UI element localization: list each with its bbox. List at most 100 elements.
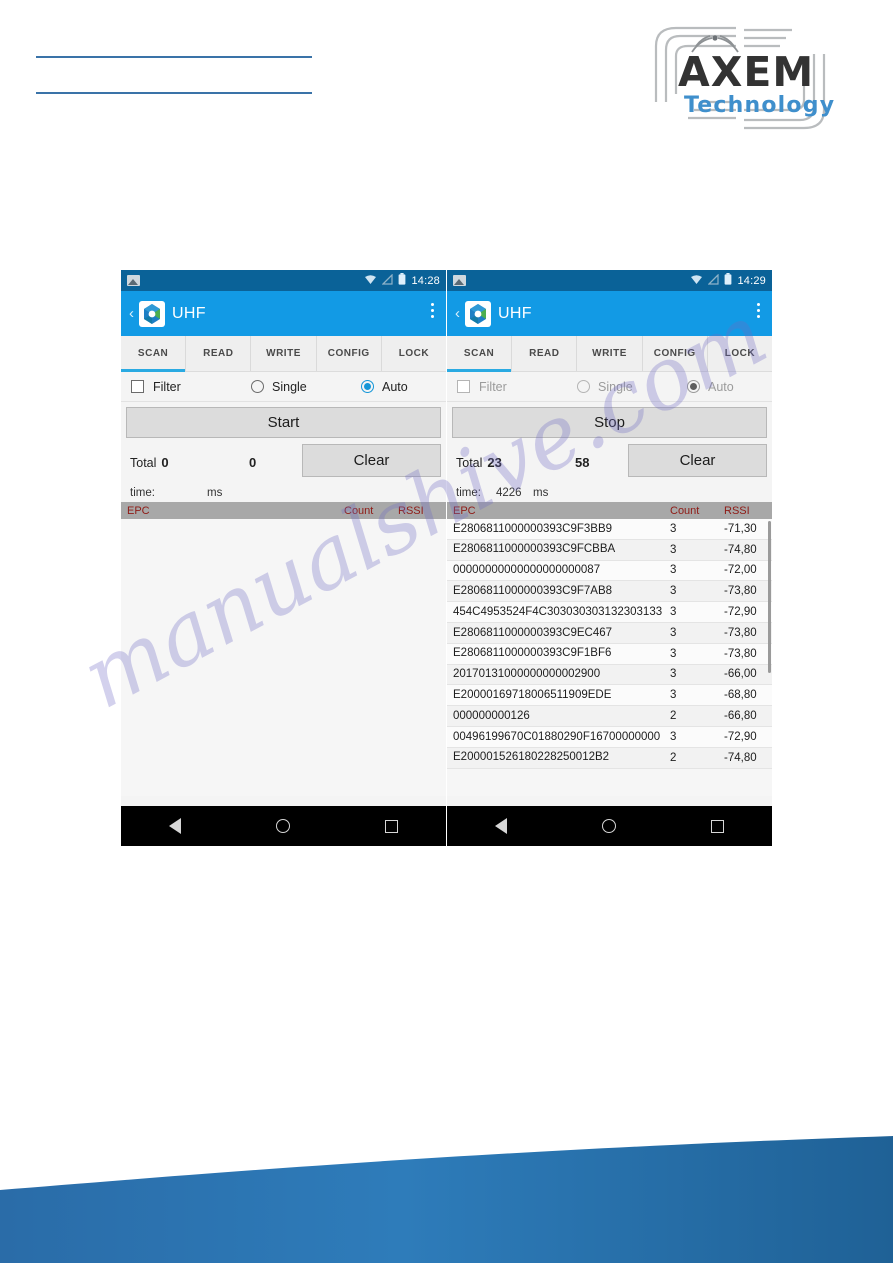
filter-checkbox-group[interactable]: Filter [457, 380, 577, 394]
secondary-count-value: 0 [249, 455, 257, 470]
auto-radio-group[interactable]: Auto [361, 380, 408, 394]
cell-count: 3 [670, 647, 677, 660]
checkbox-icon[interactable] [457, 380, 470, 393]
cell-count: 3 [670, 626, 677, 639]
tab-scan[interactable]: SCAN [121, 336, 187, 372]
tab-lock[interactable]: LOCK [708, 336, 772, 371]
table-row[interactable]: 20170131000000000002900 3 -66,00 [447, 664, 772, 686]
app-title: UHF [172, 304, 206, 322]
table-row[interactable]: 454C4953524F4C303030303132303133 3 -72,90 [447, 602, 772, 623]
footer-wave-decoration [0, 1098, 893, 1263]
home-icon[interactable] [275, 819, 290, 833]
auto-radio-group[interactable]: Auto [687, 380, 734, 394]
clear-button[interactable]: Clear [302, 444, 441, 477]
table-row[interactable]: E2806811000000393C9F3BB9 3 -71,30 [447, 519, 772, 540]
cell-count: 3 [670, 522, 677, 535]
cell-count: 3 [670, 668, 677, 681]
overflow-menu-icon[interactable] [431, 303, 435, 321]
scrollbar-thumb[interactable] [768, 521, 771, 673]
tab-write[interactable]: WRITE [251, 336, 317, 371]
phone-screenshot-right: 14:29 ‹ UHF SCAN READ WRITE CONFIG LOCK Filter Si… [447, 270, 772, 846]
recents-icon[interactable] [711, 819, 725, 833]
cell-rssi: -71,30 [724, 522, 757, 535]
tab-lock[interactable]: LOCK [382, 336, 446, 371]
tab-read[interactable]: READ [186, 336, 252, 371]
table-row[interactable]: 000000000126 2 -66,80 [447, 706, 772, 727]
column-header-rssi: RSSI [724, 504, 750, 517]
time-row: time: ms [121, 483, 446, 502]
table-row[interactable]: E2806811000000393C9EC467 3 -73,80 [447, 622, 772, 644]
recents-icon[interactable] [385, 819, 399, 833]
photo-icon [453, 275, 466, 286]
radio-icon[interactable] [577, 380, 590, 393]
status-bar: 14:28 [121, 270, 446, 291]
totals-row: Total 0 0 Clear [121, 442, 446, 483]
android-nav-bar [447, 806, 772, 846]
tab-bar: SCAN READ WRITE CONFIG LOCK [447, 336, 772, 372]
overflow-menu-icon[interactable] [757, 303, 761, 321]
cell-count: 2 [670, 751, 677, 764]
table-row[interactable]: E2806811000000393C9F1BF6 3 -73,80 [447, 643, 772, 665]
cell-epc: E2806811000000393C9EC467 [453, 626, 613, 639]
header-rule-bottom [36, 92, 312, 94]
tab-read[interactable]: READ [512, 336, 578, 371]
checkbox-icon[interactable] [131, 380, 144, 393]
radio-icon[interactable] [251, 380, 264, 393]
cell-rssi: -72,90 [724, 730, 757, 743]
tab-write[interactable]: WRITE [577, 336, 643, 371]
radio-icon[interactable] [687, 380, 700, 393]
table-row[interactable]: E200001526180228250012B2 2 -74,80 [447, 747, 772, 769]
cell-count: 3 [670, 543, 677, 556]
status-bar-left [453, 275, 690, 286]
cell-rssi: -73,80 [724, 647, 757, 660]
scan-action-button[interactable]: Start [126, 407, 441, 438]
time-label: time: [130, 486, 155, 499]
cell-rssi: -72,00 [724, 564, 757, 577]
cell-epc: E20000169718006511909EDE [453, 689, 612, 702]
cell-rssi: -73,80 [724, 626, 757, 639]
column-header-rssi: RSSI [398, 504, 424, 517]
table-row[interactable]: E20000169718006511909EDE 3 -68,80 [447, 685, 772, 707]
table-row[interactable]: 00000000000000000000087 3 -72,00 [447, 560, 772, 582]
scan-action-button[interactable]: Stop [452, 407, 767, 438]
status-bar-right: 14:29 [690, 273, 766, 288]
cell-epc: E2806811000000393C9F7AB8 [453, 585, 613, 598]
total-value: 23 [487, 455, 502, 470]
cell-count: 3 [670, 730, 677, 743]
back-chevron-icon[interactable]: ‹ [129, 305, 138, 322]
tab-config[interactable]: CONFIG [317, 336, 382, 371]
cell-epc: 454C4953524F4C303030303132303133 [453, 605, 663, 618]
app-title: UHF [498, 304, 532, 322]
filter-label: Filter [479, 379, 507, 394]
single-radio-group[interactable]: Single [251, 380, 361, 394]
single-radio-group[interactable]: Single [577, 380, 687, 394]
cell-count: 3 [670, 585, 677, 598]
status-bar-right: 14:28 [364, 273, 440, 288]
filter-label: Filter [153, 379, 181, 394]
table-row[interactable]: E2806811000000393C9F7AB8 3 -73,80 [447, 581, 772, 603]
signal-off-icon [708, 273, 720, 288]
app-bar: ‹ UHF [121, 291, 446, 336]
axem-technology-logo: AXEM Technology [640, 24, 840, 132]
app-bar: ‹ UHF [447, 291, 772, 336]
column-header-epc: EPC [127, 504, 150, 517]
back-icon[interactable] [168, 818, 181, 834]
filter-checkbox-group[interactable]: Filter [131, 380, 251, 394]
cell-rssi: -68,80 [724, 689, 757, 702]
clear-button[interactable]: Clear [628, 444, 767, 477]
cell-epc: 000000000126 [453, 709, 530, 722]
tab-scan[interactable]: SCAN [447, 336, 513, 372]
tab-config[interactable]: CONFIG [643, 336, 708, 371]
cell-epc: 00000000000000000000087 [453, 564, 601, 577]
back-icon[interactable] [494, 818, 507, 834]
radio-icon[interactable] [361, 380, 374, 393]
svg-text:Technology: Technology [684, 93, 835, 118]
back-chevron-icon[interactable]: ‹ [455, 305, 464, 322]
table-row[interactable]: E2806811000000393C9FCBBA 3 -74,80 [447, 539, 772, 561]
auto-label: Auto [382, 379, 408, 394]
wifi-icon [364, 274, 377, 288]
home-icon[interactable] [601, 819, 616, 833]
table-row[interactable]: 00496199670C01880290F16700000000 3 -72,90 [447, 726, 772, 748]
time-row: time: 4226 ms [447, 483, 772, 502]
tag-list: E2806811000000393C9F3BB9 3 -71,30 E28068110… [447, 519, 772, 796]
